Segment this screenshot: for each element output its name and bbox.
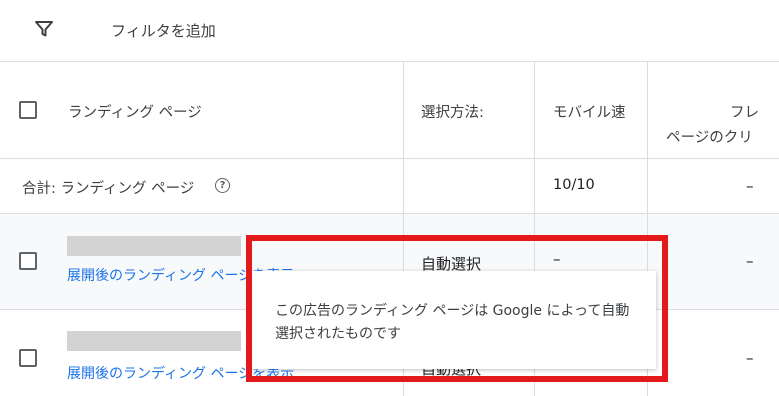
column-header-freq-line1[interactable]: フレ xyxy=(730,101,759,122)
total-mobile-speed: 10/10 xyxy=(553,177,595,193)
column-header-landing-page[interactable]: ランディング ページ xyxy=(68,101,202,122)
column-header-freq-line2[interactable]: ページのクリ xyxy=(666,126,753,147)
redacted-url-bar xyxy=(67,236,241,256)
row-checkbox[interactable] xyxy=(19,252,37,270)
redacted-url-bar xyxy=(67,331,241,351)
add-filter-button[interactable]: フィルタを追加 xyxy=(111,20,216,41)
freq-cell: – xyxy=(746,252,754,270)
help-circle-icon[interactable]: ? xyxy=(215,178,230,193)
total-freq: – xyxy=(746,177,754,195)
column-header-mobile-speed[interactable]: モバイル速 xyxy=(553,101,626,122)
toolbar-divider xyxy=(0,61,779,62)
highlight-annotation-box xyxy=(246,235,668,382)
filter-funnel-icon[interactable] xyxy=(34,19,54,39)
column-header-selection-method[interactable]: 選択方法: xyxy=(421,101,484,122)
header-divider xyxy=(0,158,779,159)
select-all-checkbox[interactable] xyxy=(19,101,37,119)
freq-cell: – xyxy=(746,349,754,367)
total-row-label: 合計: ランディング ページ xyxy=(22,181,195,197)
row-checkbox[interactable] xyxy=(19,349,37,367)
